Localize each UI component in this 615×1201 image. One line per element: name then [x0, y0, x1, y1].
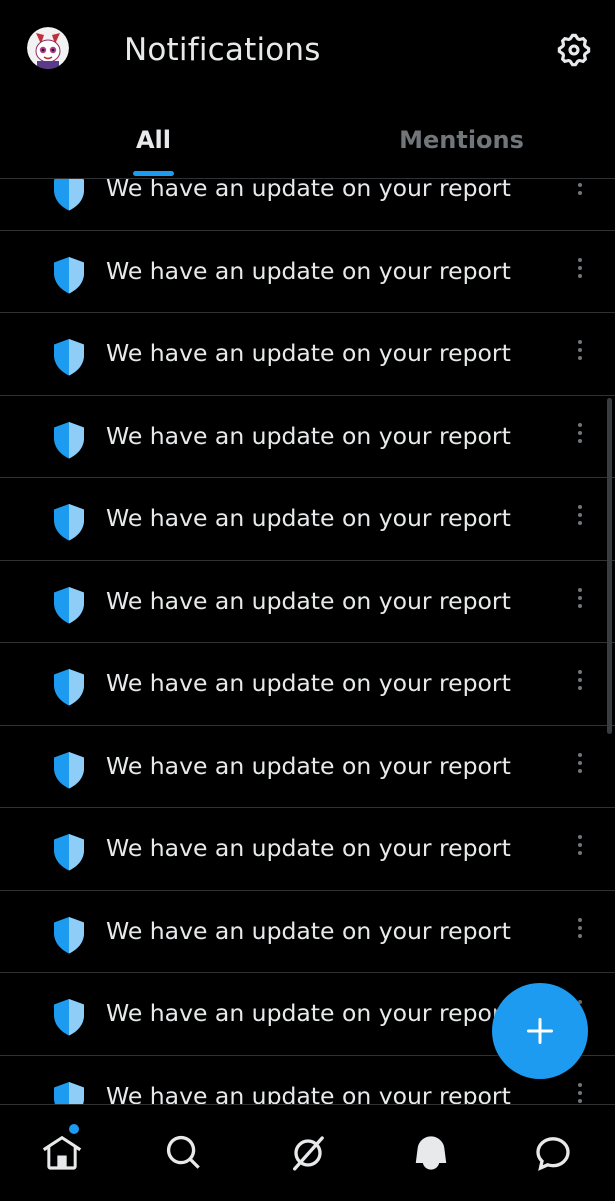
more-options-icon[interactable] — [567, 1078, 593, 1108]
notification-row[interactable]: We have an update on your report — [0, 478, 615, 561]
plus-icon — [527, 1018, 553, 1044]
more-dot — [578, 587, 582, 592]
home-icon — [42, 1135, 82, 1170]
more-dot — [578, 768, 582, 773]
more-options-icon[interactable] — [567, 748, 593, 778]
notification-row[interactable]: We have an update on your report — [0, 396, 615, 478]
shield-icon — [54, 256, 84, 293]
more-options-icon[interactable] — [567, 335, 593, 365]
more-dot — [578, 603, 582, 608]
scrollbar[interactable] — [607, 398, 612, 734]
shield-icon — [54, 504, 84, 541]
more-dot — [578, 760, 582, 765]
notification-row[interactable]: We have an update on your report — [0, 231, 615, 313]
tab-all[interactable]: All — [0, 100, 307, 178]
shield-icon — [54, 751, 84, 788]
notification-text: We have an update on your report — [106, 256, 511, 285]
settings-button[interactable] — [553, 29, 595, 71]
avatar-image — [27, 27, 69, 69]
more-dot — [578, 273, 582, 278]
more-dot — [578, 670, 582, 674]
more-dot — [578, 348, 582, 352]
shield-icon — [54, 834, 84, 871]
shield-icon — [54, 586, 84, 623]
more-dot — [578, 183, 582, 187]
shield-icon — [54, 916, 84, 953]
search-icon — [166, 1135, 200, 1169]
more-dot — [578, 265, 582, 270]
more-dot — [578, 191, 582, 195]
more-dot — [578, 686, 582, 690]
nav-messages[interactable] — [529, 1129, 577, 1177]
more-options-icon[interactable] — [567, 583, 593, 613]
more-dot — [578, 752, 582, 757]
notification-row[interactable]: We have an update on your report — [0, 313, 615, 396]
shield-icon — [54, 339, 84, 376]
notification-text: We have an update on your report — [106, 751, 511, 780]
bell-icon — [415, 1136, 447, 1170]
tab-all-label: All — [135, 126, 172, 154]
top-app-bar: Notifications — [0, 0, 615, 100]
more-dot — [578, 257, 582, 262]
more-dot — [578, 438, 582, 443]
shield-icon — [54, 669, 84, 706]
more-dot — [578, 1082, 582, 1087]
more-dot — [578, 422, 582, 427]
notification-text: We have an update on your report — [106, 586, 511, 615]
page-title: Notifications — [124, 32, 321, 68]
more-dot — [578, 678, 582, 682]
home-badge-dot — [69, 1124, 79, 1134]
more-dot — [578, 1098, 582, 1103]
notification-row[interactable]: We have an update on your report — [0, 561, 615, 643]
tab-mentions[interactable]: Mentions — [308, 100, 615, 178]
more-dot — [578, 843, 582, 847]
more-options-icon[interactable] — [567, 253, 593, 283]
more-dot — [578, 1090, 582, 1095]
shield-icon — [54, 999, 84, 1036]
notification-tabs: All Mentions — [0, 100, 615, 179]
more-dot — [578, 917, 582, 922]
more-dot — [578, 925, 582, 930]
active-tab-indicator — [133, 171, 174, 176]
messages-icon — [536, 1137, 570, 1171]
nav-notifications[interactable] — [407, 1129, 455, 1177]
shield-icon — [54, 421, 84, 458]
more-options-icon[interactable] — [567, 665, 593, 695]
notification-text: We have an update on your report — [106, 916, 511, 945]
more-dot — [578, 521, 582, 525]
notification-text: We have an update on your report — [106, 421, 511, 450]
nav-search[interactable] — [160, 1129, 208, 1177]
notification-row[interactable]: We have an update on your report — [0, 643, 615, 726]
notification-text: We have an update on your report — [106, 339, 511, 367]
notification-text: We have an update on your report — [106, 834, 511, 862]
more-dot — [578, 513, 582, 517]
more-options-icon[interactable] — [567, 418, 593, 448]
more-dot — [578, 430, 582, 435]
notification-row[interactable]: We have an update on your report — [0, 808, 615, 891]
profile-avatar[interactable] — [27, 27, 69, 69]
more-dot — [578, 851, 582, 855]
more-options-icon[interactable] — [567, 830, 593, 860]
more-dot — [578, 933, 582, 938]
more-dot — [578, 595, 582, 600]
more-options-icon[interactable] — [567, 500, 593, 530]
more-options-icon[interactable] — [567, 913, 593, 943]
bottom-navigation — [0, 1104, 615, 1201]
nav-home[interactable] — [38, 1129, 86, 1177]
notification-row[interactable]: We have an update on your report — [0, 891, 615, 973]
notification-row[interactable]: We have an update on your report — [0, 726, 615, 808]
notification-text: We have an update on your report — [106, 999, 511, 1027]
tab-mentions-label: Mentions — [399, 126, 524, 154]
more-dot — [578, 835, 582, 839]
notification-text: We have an update on your report — [106, 669, 511, 697]
compose-fab[interactable] — [492, 983, 588, 1079]
more-dot — [578, 340, 582, 344]
more-dot — [578, 356, 582, 360]
more-dot — [578, 505, 582, 509]
gear-icon — [557, 33, 591, 67]
notification-text: We have an update on your report — [106, 504, 511, 532]
nav-spaces[interactable] — [284, 1129, 332, 1177]
spaces-icon — [293, 1136, 324, 1171]
